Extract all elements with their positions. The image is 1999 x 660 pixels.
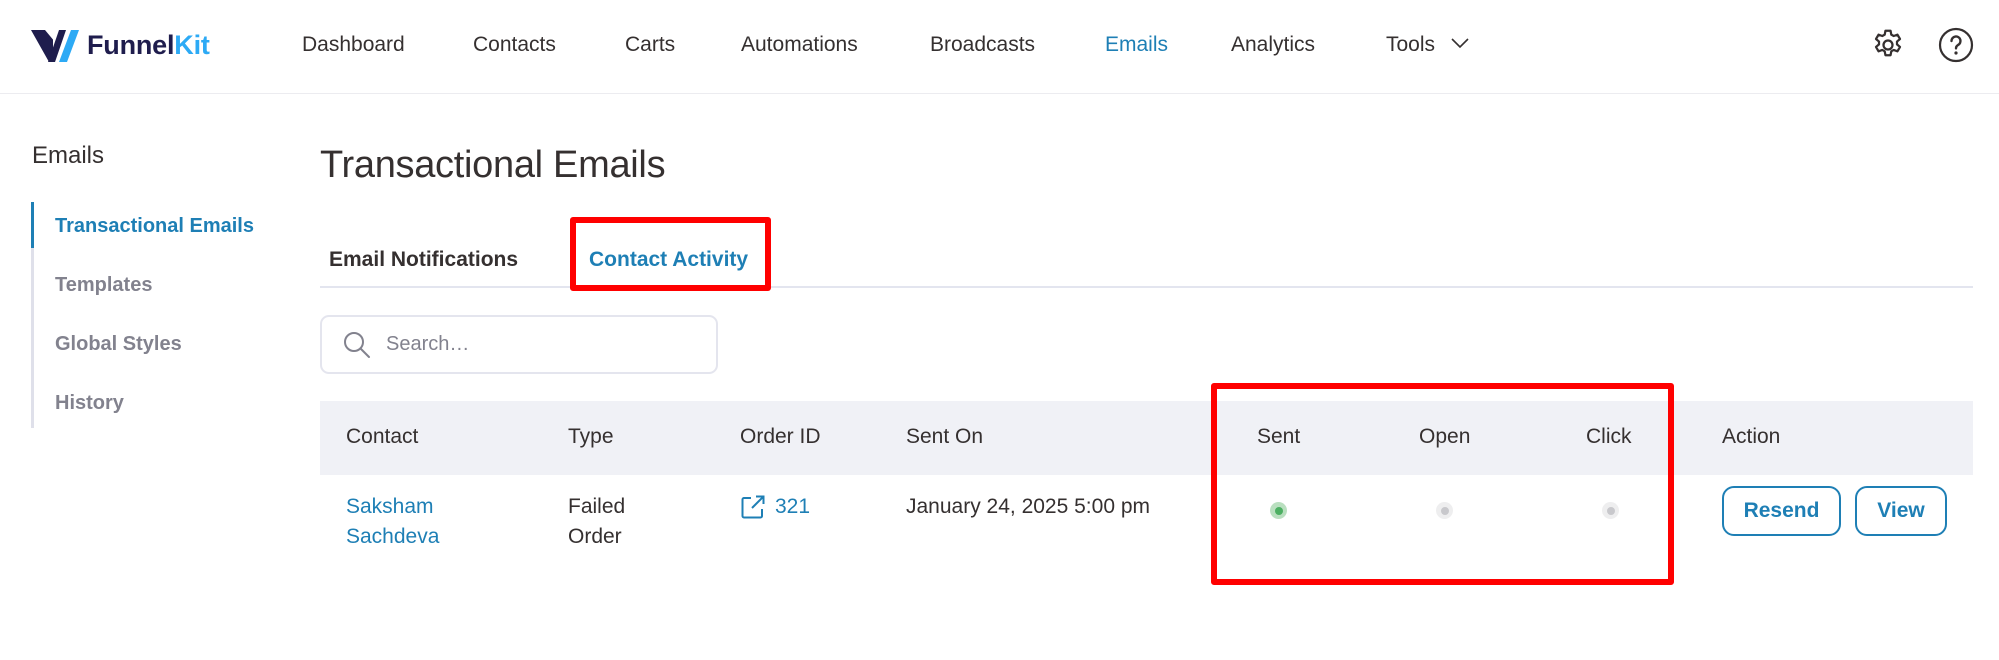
- tab-bar: Email Notifications Contact Activity: [320, 226, 1973, 288]
- email-type-line1: Failed: [568, 495, 626, 518]
- help-button[interactable]: [1938, 27, 1974, 63]
- contact-activity-table: Contact Type Order ID Sent On Sent Open …: [320, 401, 1973, 595]
- column-header-contact[interactable]: Contact: [346, 425, 418, 449]
- nav-carts[interactable]: Carts: [625, 31, 675, 59]
- nav-tools-label: Tools: [1386, 33, 1436, 56]
- sent-on-date: January 24, 2025 5:00 pm: [906, 495, 1151, 518]
- sidebar-item-history[interactable]: History: [34, 379, 281, 438]
- nav-analytics[interactable]: Analytics: [1231, 31, 1315, 59]
- column-header-click: Click: [1586, 425, 1632, 448]
- page-title: Transactional Emails: [320, 144, 666, 186]
- search-icon: [344, 331, 370, 358]
- email-type-line2: Order: [568, 525, 622, 548]
- column-header-action: Action: [1722, 425, 1781, 448]
- sidebar-item-transactional-emails[interactable]: Transactional Emails: [31, 202, 281, 261]
- top-navigation-bar: FunnelKit Dashboard Contacts Carts Autom…: [0, 0, 1999, 94]
- column-header-type[interactable]: Type: [568, 425, 614, 449]
- view-button[interactable]: View: [1855, 486, 1947, 536]
- click-status-indicator: [1602, 502, 1619, 519]
- column-header-sent-on[interactable]: Sent On: [906, 425, 983, 449]
- nav-automations[interactable]: Automations: [741, 31, 858, 59]
- settings-button[interactable]: [1870, 27, 1906, 63]
- email-type: Failed Order: [568, 492, 625, 552]
- logo-text-funnel: Funnel: [87, 29, 175, 60]
- logo-wordmark: FunnelKit: [87, 30, 210, 61]
- nav-dashboard[interactable]: Dashboard: [302, 31, 405, 59]
- gear-icon: [1874, 29, 1902, 57]
- contact-first-name: Saksham: [346, 495, 434, 518]
- sent-status-indicator: [1270, 502, 1287, 519]
- sidebar-item-templates[interactable]: Templates: [34, 261, 281, 320]
- logo-text-kit: Kit: [174, 29, 210, 60]
- sidebar-menu: Transactional Emails Templates Global St…: [31, 202, 281, 428]
- open-status-indicator: [1436, 502, 1453, 519]
- tab-contact-activity[interactable]: Contact Activity: [589, 248, 748, 272]
- table-row: Saksham Sachdeva Failed Order 321 Januar…: [320, 475, 1973, 595]
- nav-broadcasts[interactable]: Broadcasts: [930, 31, 1035, 59]
- contact-name-link[interactable]: Saksham Sachdeva: [346, 492, 439, 552]
- table-header: Contact Type Order ID Sent On Sent Open …: [320, 401, 1973, 475]
- column-header-sent: Sent: [1257, 425, 1301, 448]
- sidebar-title: Emails: [32, 142, 105, 169]
- order-id-link[interactable]: 321: [740, 492, 810, 522]
- column-header-order-id[interactable]: Order ID: [740, 425, 821, 449]
- nav-tools[interactable]: Tools: [1386, 31, 1469, 59]
- tab-email-notifications[interactable]: Email Notifications: [329, 248, 518, 272]
- nav-emails[interactable]: Emails: [1105, 31, 1168, 59]
- external-link-icon: [741, 495, 765, 519]
- nav-contacts[interactable]: Contacts: [473, 31, 556, 59]
- search-input[interactable]: [386, 333, 686, 356]
- chevron-down-icon: [1451, 38, 1469, 49]
- search-box[interactable]: [320, 315, 718, 374]
- funnelkit-logo-icon: [31, 30, 79, 62]
- sidebar-item-global-styles[interactable]: Global Styles: [34, 320, 281, 379]
- order-id: 321: [775, 495, 811, 518]
- funnelkit-logo[interactable]: FunnelKit: [31, 26, 210, 64]
- help-icon: [1938, 27, 1974, 63]
- contact-last-name: Sachdeva: [346, 525, 440, 548]
- column-header-open: Open: [1419, 425, 1471, 448]
- resend-button[interactable]: Resend: [1722, 486, 1841, 536]
